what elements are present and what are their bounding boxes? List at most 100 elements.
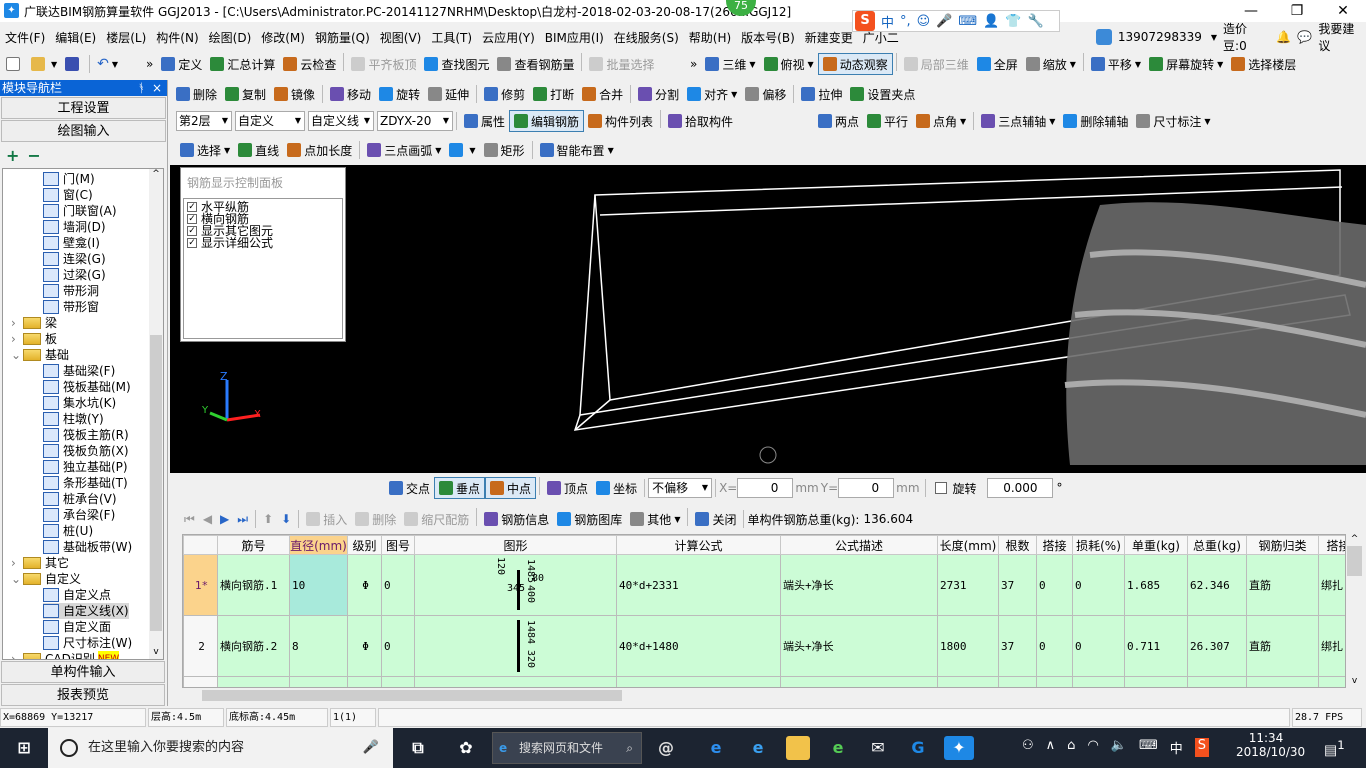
menu-item[interactable]: 版本号(B) <box>736 29 800 46</box>
cell-dia[interactable]: 10 <box>289 554 348 616</box>
tool-垂点[interactable]: 垂点 <box>434 477 486 499</box>
tool-选择楼层[interactable]: 选择楼层 <box>1227 53 1300 75</box>
tree-item[interactable]: 自定义面 <box>43 619 111 635</box>
file-explorer-icon[interactable] <box>786 736 810 760</box>
browser-360-icon[interactable]: e <box>826 736 850 760</box>
tool-俯视[interactable]: 俯视 ▼ <box>760 53 818 75</box>
tree-item[interactable]: 自定义线(X) <box>43 603 129 619</box>
table-hscroll[interactable] <box>182 688 1346 704</box>
tool-查看钢筋量[interactable]: 查看钢筋量 <box>493 53 578 75</box>
cell-idx[interactable]: 2 <box>183 615 218 677</box>
save-button[interactable] <box>61 53 86 75</box>
column-header[interactable]: 图形 <box>414 535 617 555</box>
bell-icon[interactable]: 🔔 <box>1276 30 1291 44</box>
tool-三维[interactable]: 三维 ▼ <box>701 53 759 75</box>
column-header[interactable]: 总重(kg) <box>1187 535 1247 555</box>
menu-item[interactable]: 修改(M) <box>256 29 310 46</box>
tool-平移[interactable]: 平移 ▼ <box>1087 53 1145 75</box>
cell-total_w[interactable]: 62.346 <box>1187 554 1247 616</box>
tree-arrow-icon[interactable]: › <box>11 555 23 571</box>
tool-对齐[interactable]: 对齐 ▼ <box>683 83 741 105</box>
move-down-button[interactable]: ⬇ <box>277 508 295 530</box>
tree-item[interactable]: 门(M) <box>43 171 95 187</box>
y-input[interactable]: 0 <box>838 478 895 498</box>
menu-item[interactable]: 绘图(D) <box>204 29 257 46</box>
tree-item[interactable]: 基础板带(W) <box>43 539 132 555</box>
table-row[interactable]: 2 横向钢筋.2 8 Φ 0 1484 320 40*d+1480 端头+净长 1800 37 0 0 0… <box>183 615 1345 677</box>
cell-lap_type[interactable]: 绑扎 <box>1318 615 1345 677</box>
menu-item[interactable]: BIM应用(I) <box>540 29 609 46</box>
project-settings-button[interactable]: 工程设置 <box>1 97 166 119</box>
tree-scrollbar[interactable]: ^ v <box>149 169 163 659</box>
suggest-link[interactable]: 我要建议 <box>1318 20 1366 54</box>
cell-desc[interactable]: 端头+净长 <box>780 554 938 616</box>
menu-item[interactable]: 钢筋量(Q) <box>310 29 375 46</box>
tree-item[interactable]: 带形洞 <box>43 283 99 299</box>
menu-item[interactable]: 楼层(L) <box>101 29 151 46</box>
3d-viewport[interactable]: Z X Y <box>170 165 1366 473</box>
tool-中点[interactable]: 中点 <box>485 477 537 499</box>
column-header[interactable]: 钢筋归类 <box>1246 535 1319 555</box>
menu-item[interactable]: 视图(V) <box>375 29 427 46</box>
selector-dropdown[interactable]: ZDYX-20 ▼ <box>377 111 453 131</box>
menu-item[interactable]: 编辑(E) <box>50 29 101 46</box>
tool-三点画弧[interactable]: 三点画弧 ▼ <box>363 139 445 161</box>
rotate-checkbox[interactable] <box>934 482 947 494</box>
tool-拾取构件[interactable]: 拾取构件 <box>664 110 737 132</box>
tool-局部三维[interactable]: 局部三维 <box>900 53 973 75</box>
tree-arrow-icon[interactable]: ⌄ <box>11 347 23 363</box>
tree-item[interactable]: 筏板基础(M) <box>43 379 131 395</box>
tree-item[interactable]: 自定义点 <box>43 587 111 603</box>
tool-坐标[interactable]: 坐标 <box>592 477 641 499</box>
cell-name[interactable]: 横向钢筋.1 <box>217 554 290 616</box>
tool-移动[interactable]: 移动 <box>326 83 375 105</box>
x-input[interactable]: 0 <box>737 478 794 498</box>
wifi-icon[interactable]: ◠ <box>1087 738 1098 757</box>
tool-查找图元[interactable]: 查找图元 <box>420 53 493 75</box>
tool-镜像[interactable]: 镜像 <box>270 83 319 105</box>
pin-icon[interactable]: ᚬ <box>138 80 145 96</box>
close-icon[interactable]: × <box>152 80 162 96</box>
tree-item[interactable]: 独立基础(P) <box>43 459 128 475</box>
expand-all-icon[interactable]: + <box>6 146 19 165</box>
tree-item[interactable]: 柱墩(Y) <box>43 411 104 427</box>
chevron-up-icon[interactable]: ∧ <box>1046 738 1056 757</box>
tool-平行[interactable]: 平行 <box>863 110 912 132</box>
taskbar-search[interactable]: 在这里输入你要搜索的内容 🎤 <box>48 728 393 768</box>
web-search-box[interactable]: e 搜索网页和文件 ⌕ <box>492 732 642 764</box>
task-view-icon[interactable]: ⧉ <box>406 736 430 760</box>
tool-选择[interactable]: 选择 ▼ <box>176 139 234 161</box>
tool-动态观察[interactable]: 动态观察 <box>817 53 893 75</box>
tool-构件列表[interactable]: 构件列表 <box>584 110 657 132</box>
column-header[interactable]: 单重(kg) <box>1124 535 1188 555</box>
open-file-button[interactable]: ▼ <box>27 53 61 75</box>
tool-属性[interactable]: 属性 <box>460 110 509 132</box>
tool-钢筋图库[interactable]: 钢筋图库 <box>553 508 626 530</box>
mic-icon[interactable]: 🎤 <box>363 728 379 768</box>
cell-shape[interactable]: 120 1485 345 80 400 <box>414 554 617 616</box>
cell-name[interactable]: 横向钢筋.2 <box>217 615 290 677</box>
next-button[interactable]: ▶ <box>216 508 233 530</box>
tree-item[interactable]: 过梁(G) <box>43 267 106 283</box>
column-header[interactable]: 公式描述 <box>780 535 938 555</box>
cell-len[interactable]: 2731 <box>937 554 999 616</box>
tool-删除辅轴[interactable]: 删除辅轴 <box>1059 110 1132 132</box>
cell-loss[interactable]: 0 <box>1072 615 1125 677</box>
mail-icon[interactable]: ✉ <box>866 736 890 760</box>
cell-fig[interactable]: 0 <box>381 615 415 677</box>
cell-grade[interactable]: Φ <box>347 554 382 616</box>
tree-item[interactable]: 墙洞(D) <box>43 219 106 235</box>
ie-icon[interactable]: e <box>746 736 770 760</box>
prev-button[interactable]: ◀ <box>199 508 216 530</box>
people-icon[interactable]: ⚇ <box>1022 738 1034 757</box>
table-row[interactable]: 1* 横向钢筋.1 10 Φ 0 120 1485 345 80 400 40*d+2331 端头+净… <box>183 554 1345 616</box>
new-file-button[interactable] <box>2 53 27 75</box>
cell-unit_w[interactable]: 1.685 <box>1124 554 1188 616</box>
cell-formula[interactable]: 40*d+1480 <box>616 615 781 677</box>
draw-input-button[interactable]: 绘图输入 <box>1 120 166 142</box>
tool-顶点[interactable]: 顶点 <box>543 477 592 499</box>
selector-dropdown[interactable]: 第2层 ▼ <box>176 111 232 131</box>
maximize-button[interactable]: ❐ <box>1274 0 1320 22</box>
network-icon[interactable]: ⌂ <box>1067 738 1075 757</box>
tool-汇总计算[interactable]: 汇总计算 <box>206 53 279 75</box>
